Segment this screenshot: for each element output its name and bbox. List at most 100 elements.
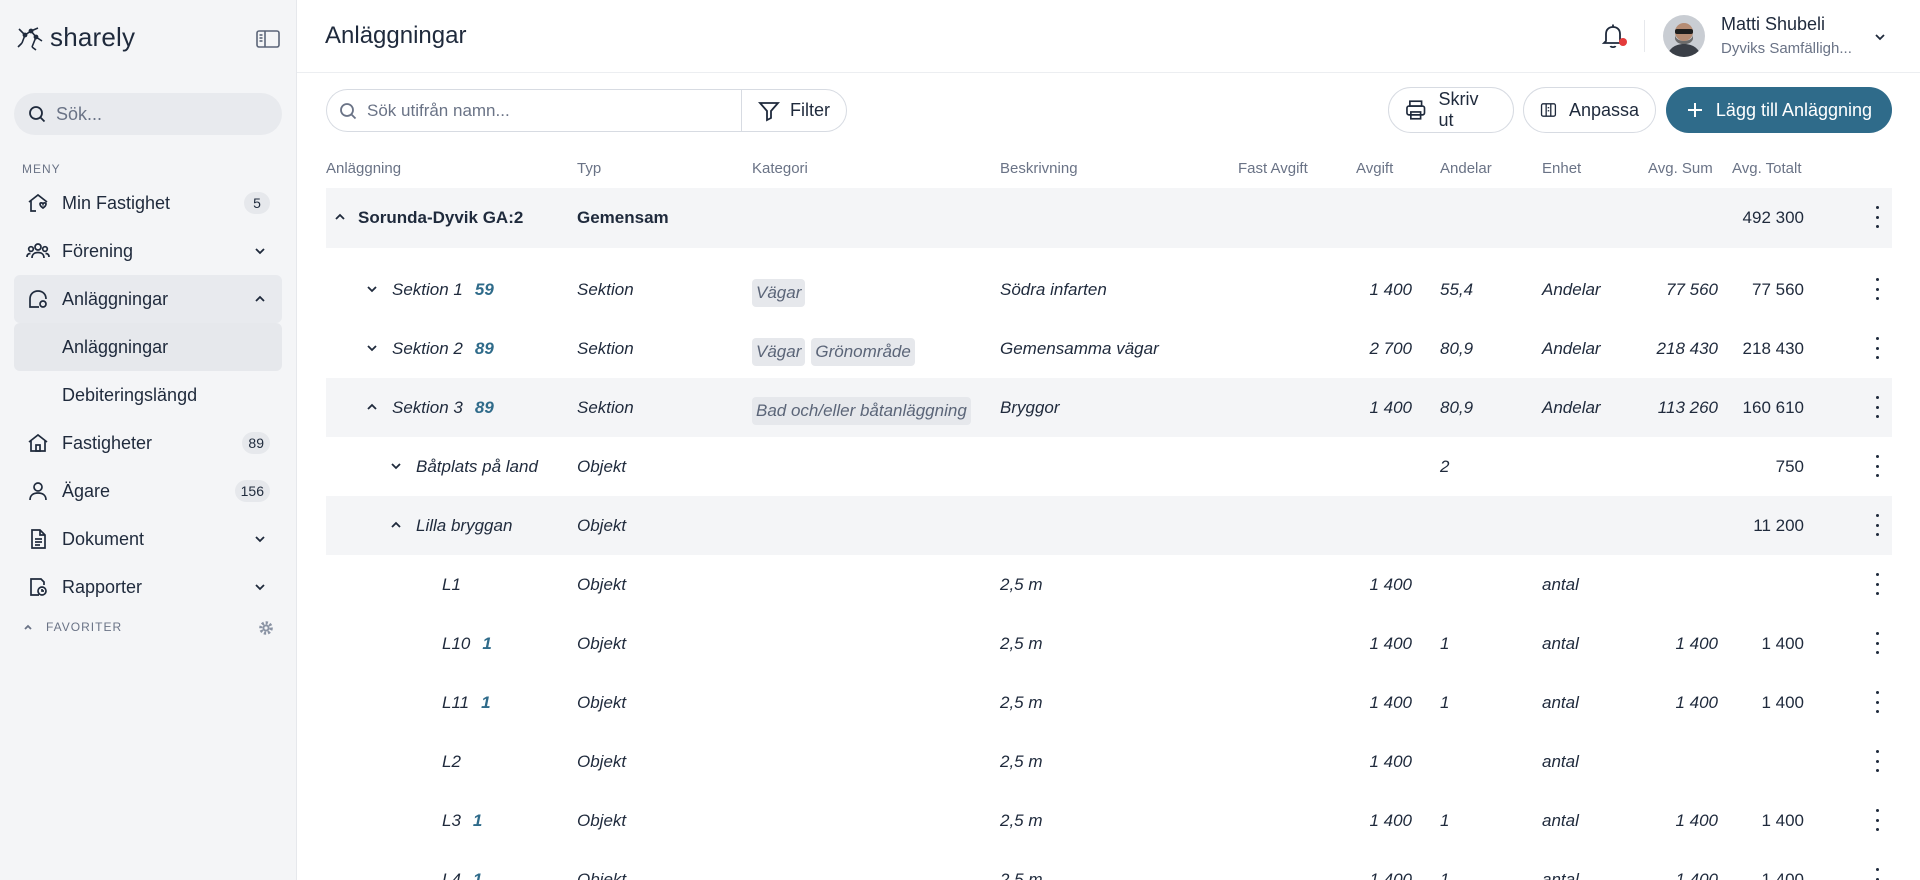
filter-button[interactable]: Filter: [741, 89, 847, 132]
facility-name-cell: Lilla bryggan: [416, 496, 512, 555]
total-cell: 492 300: [1742, 208, 1804, 227]
chevron-down-icon[interactable]: [364, 340, 380, 356]
column-header[interactable]: Fast Avgift: [1238, 160, 1308, 177]
user-menu-chevron-icon[interactable]: [1872, 29, 1888, 45]
row-menu-icon[interactable]: [1874, 455, 1880, 477]
facility-icon: [26, 287, 50, 311]
sidebar-item-fastigheter[interactable]: Fastigheter 89: [14, 419, 282, 467]
row-menu-icon[interactable]: [1874, 632, 1880, 654]
facility-name[interactable]: Lilla bryggan: [416, 516, 512, 535]
facility-name[interactable]: L4: [442, 870, 461, 880]
column-header[interactable]: Enhet: [1542, 160, 1581, 177]
row-menu-icon[interactable]: [1874, 278, 1880, 300]
column-header[interactable]: Anläggning: [326, 160, 401, 177]
facility-name[interactable]: Sektion 2: [392, 339, 463, 358]
customize-button[interactable]: Anpassa: [1523, 87, 1656, 133]
table-row[interactable]: L11 1 Objekt 2,5 m 1 400 1 400 1 400 1 antal: [326, 673, 1892, 732]
table-row[interactable]: Sorunda-Dyvik GA:2 Gemensam 492 300: [326, 188, 1892, 248]
sidebar-item-rapporter[interactable]: Rapporter: [14, 563, 282, 611]
column-header[interactable]: Typ: [577, 160, 601, 177]
facility-count[interactable]: 89: [475, 339, 494, 358]
total-cell: 1 400: [1761, 634, 1804, 653]
sidebar-subitem-anlaggningar[interactable]: Anläggningar: [14, 323, 282, 371]
sum-cell: 77 560: [1666, 280, 1718, 299]
sidebar-search-input[interactable]: [56, 103, 266, 125]
row-menu-icon[interactable]: [1874, 337, 1880, 359]
top-header: Anläggningar Matti Shubeli Dyviks Samfäl…: [297, 0, 1920, 73]
facility-name[interactable]: Sektion 3: [392, 398, 463, 417]
avatar[interactable]: [1663, 15, 1705, 57]
description-cell: Gemensamma vägar: [1000, 339, 1159, 358]
category-cell: Vägar Grönområde: [752, 319, 921, 378]
facility-count[interactable]: 89: [475, 398, 494, 417]
notifications-bell-icon[interactable]: [1600, 22, 1628, 50]
chevron-up-icon[interactable]: [332, 209, 348, 225]
table-row[interactable]: L3 1 Objekt 2,5 m 1 400 1 400 1 400 1 antal: [326, 791, 1892, 850]
facility-search-input[interactable]: [367, 100, 727, 121]
description-cell: Södra infarten: [1000, 280, 1107, 299]
table-row[interactable]: Lilla bryggan Objekt 11 200: [326, 496, 1892, 555]
sidebar-item-agare[interactable]: Ägare 156: [14, 467, 282, 515]
table-row[interactable]: L1 Objekt 2,5 m 1 400 antal: [326, 555, 1892, 614]
facility-name[interactable]: L10: [442, 634, 470, 653]
description-cell: 2,5 m: [1000, 634, 1043, 653]
facility-count[interactable]: 1: [481, 693, 490, 712]
favorites-section[interactable]: FAVORITER: [22, 620, 274, 636]
description-cell: Bryggor: [1000, 398, 1060, 417]
row-menu-icon[interactable]: [1874, 750, 1880, 772]
facility-count[interactable]: 1: [473, 811, 482, 830]
facility-count[interactable]: 59: [475, 280, 494, 299]
row-menu-icon[interactable]: [1874, 206, 1880, 228]
table-row[interactable]: L2 Objekt 2,5 m 1 400 antal: [326, 732, 1892, 791]
collapse-sidebar-icon[interactable]: [256, 30, 280, 48]
table-row[interactable]: Sektion 2 89 Sektion Vägar Grönområde Gemensa…: [326, 319, 1892, 378]
favorites-label: FAVORITER: [46, 620, 123, 634]
facility-name[interactable]: L3: [442, 811, 461, 830]
row-menu-icon[interactable]: [1874, 514, 1880, 536]
table-row[interactable]: Båtplats på land Objekt 750 2: [326, 437, 1892, 496]
table-row[interactable]: L10 1 Objekt 2,5 m 1 400 1 400 1 400 1 antal: [326, 614, 1892, 673]
chevron-down-icon[interactable]: [364, 281, 380, 297]
row-menu-icon[interactable]: [1874, 809, 1880, 831]
total-cell: 77 560: [1752, 280, 1804, 299]
facility-search[interactable]: [326, 89, 742, 132]
facility-count[interactable]: 1: [482, 634, 491, 653]
sidebar-item-forening[interactable]: Förening: [14, 227, 282, 275]
column-header[interactable]: Beskrivning: [1000, 160, 1078, 177]
facility-name-cell: L11 1: [442, 673, 491, 732]
facility-name[interactable]: Båtplats på land: [416, 457, 538, 476]
sidebar-item-dokument[interactable]: Dokument: [14, 515, 282, 563]
table-row[interactable]: L4 1 Objekt 2,5 m 1 400 1 400 1 400 1 antal: [326, 850, 1892, 880]
column-header[interactable]: Avgift: [1356, 160, 1393, 177]
search-icon: [340, 102, 357, 119]
chevron-up-icon[interactable]: [364, 399, 380, 415]
sidebar-item-anlaggningar[interactable]: Anläggningar: [14, 275, 282, 323]
gear-icon[interactable]: [258, 620, 274, 636]
facility-name[interactable]: Sorunda-Dyvik GA:2: [358, 208, 523, 227]
sidebar-search[interactable]: [14, 93, 282, 135]
sidebar-item-min-fastighet[interactable]: Min Fastighet 5: [14, 179, 282, 227]
column-header[interactable]: Avg. Totalt: [1732, 160, 1802, 177]
facility-name[interactable]: Sektion 1: [392, 280, 463, 299]
add-facility-button[interactable]: Lägg till Anläggning: [1666, 87, 1892, 133]
row-menu-icon[interactable]: [1874, 573, 1880, 595]
table-row[interactable]: Sektion 3 89 Sektion Bad och/eller båtanläg…: [326, 378, 1892, 437]
row-menu-icon[interactable]: [1874, 691, 1880, 713]
chevron-down-icon[interactable]: [388, 458, 404, 474]
type-cell: Objekt: [577, 516, 627, 535]
print-button[interactable]: Skriv ut: [1388, 87, 1514, 133]
sidebar-subitem-debiteringslangd[interactable]: Debiteringslängd: [14, 371, 282, 419]
column-header[interactable]: Avg. Sum: [1648, 160, 1713, 177]
facility-name[interactable]: L2: [442, 752, 461, 771]
facility-name[interactable]: L1: [442, 575, 461, 594]
house-icon: [26, 431, 50, 455]
table-row[interactable]: Sektion 1 59 Sektion Vägar Södra infarten 1 4…: [326, 260, 1892, 319]
facility-name[interactable]: L11: [442, 693, 469, 712]
row-menu-icon[interactable]: [1874, 396, 1880, 418]
column-header[interactable]: Andelar: [1440, 160, 1492, 177]
chevron-up-icon[interactable]: [388, 517, 404, 533]
logo[interactable]: sharely: [16, 22, 135, 53]
column-header[interactable]: Kategori: [752, 160, 808, 177]
facility-count[interactable]: 1: [473, 870, 482, 880]
row-menu-icon[interactable]: [1874, 868, 1880, 880]
